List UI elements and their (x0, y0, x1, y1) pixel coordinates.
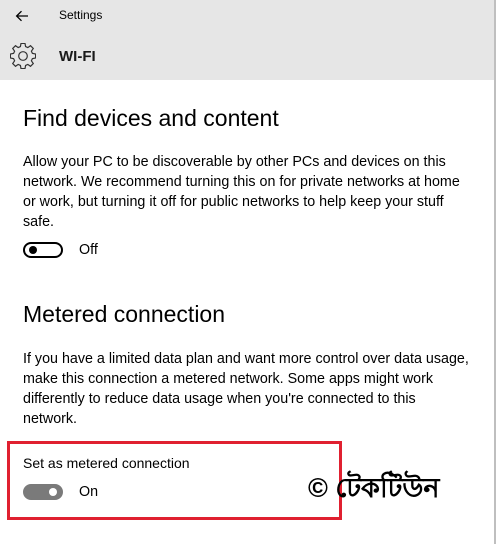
page-header: WI-FI (0, 32, 494, 80)
back-button[interactable] (8, 2, 36, 30)
find-devices-toggle-state: Off (79, 242, 98, 258)
metered-toggle[interactable]: On (23, 484, 98, 500)
back-arrow-icon (15, 10, 28, 22)
toggle-knob (49, 488, 57, 496)
page-title: WI-FI (59, 48, 96, 65)
title-bar: Settings (0, 0, 494, 32)
toggle-switch-off[interactable] (23, 242, 63, 258)
toggle-knob (29, 246, 37, 254)
metered-toggle-state: On (79, 484, 99, 500)
find-devices-toggle[interactable]: Off (23, 242, 98, 258)
metered-connection-heading: Metered connection (23, 301, 226, 327)
watermark-text: © টেকটিউন (308, 473, 440, 503)
find-devices-description: Allow your PC to be discoverable by othe… (23, 154, 460, 230)
metered-connection-description: If you have a limited data plan and want… (23, 351, 469, 427)
window-title: Settings (59, 8, 103, 22)
highlight-box (7, 441, 342, 520)
toggle-switch-on[interactable] (23, 484, 63, 500)
find-devices-heading: Find devices and content (23, 105, 279, 131)
gear-icon (10, 43, 36, 69)
metered-setting-label: Set as metered connection (23, 455, 190, 471)
